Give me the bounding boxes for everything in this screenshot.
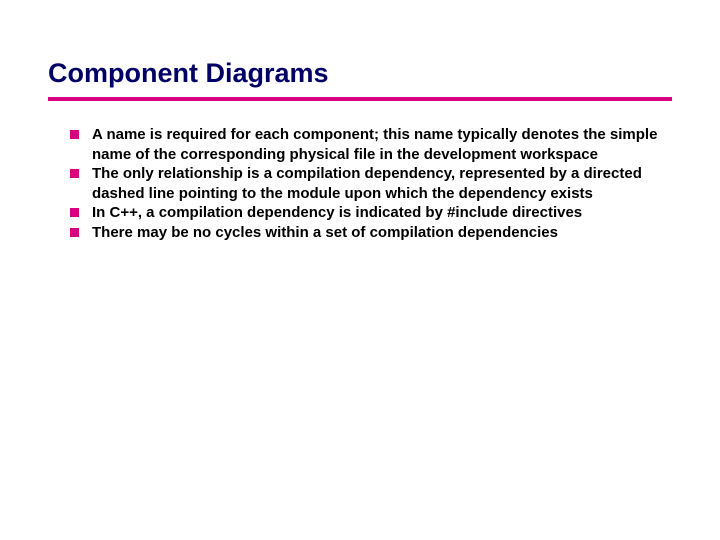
title-underline bbox=[48, 97, 672, 101]
list-item: The only relationship is a compilation d… bbox=[70, 164, 672, 203]
list-item: In C++, a compilation dependency is indi… bbox=[70, 203, 672, 223]
slide-title: Component Diagrams bbox=[48, 58, 672, 89]
list-item: There may be no cycles within a set of c… bbox=[70, 223, 672, 243]
bullet-list: A name is required for each component; t… bbox=[48, 125, 672, 242]
list-item: A name is required for each component; t… bbox=[70, 125, 672, 164]
